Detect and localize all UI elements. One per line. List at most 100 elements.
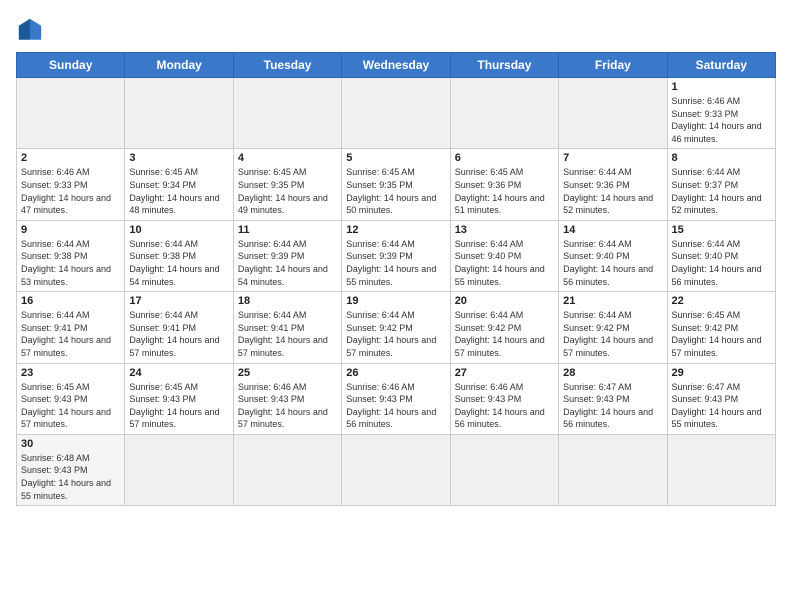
- weekday-header-wednesday: Wednesday: [342, 53, 450, 78]
- weekday-header-monday: Monday: [125, 53, 233, 78]
- day-number: 2: [21, 152, 120, 164]
- day-number: 8: [672, 152, 771, 164]
- day-info: Sunrise: 6:46 AM Sunset: 9:33 PM Dayligh…: [21, 166, 120, 216]
- calendar-day-cell: [125, 434, 233, 505]
- day-number: 1: [672, 81, 771, 93]
- calendar-week-row: 23 Sunrise: 6:45 AM Sunset: 9:43 PM Dayli…: [17, 363, 776, 434]
- calendar-day-cell: [559, 78, 667, 149]
- day-number: 13: [455, 224, 554, 236]
- weekday-header-row: SundayMondayTuesdayWednesdayThursdayFrid…: [17, 53, 776, 78]
- day-info: Sunrise: 6:46 AM Sunset: 9:43 PM Dayligh…: [346, 381, 445, 431]
- day-number: 10: [129, 224, 228, 236]
- day-number: 29: [672, 367, 771, 379]
- day-info: Sunrise: 6:44 AM Sunset: 9:42 PM Dayligh…: [455, 309, 554, 359]
- day-number: 26: [346, 367, 445, 379]
- calendar-day-cell: 5 Sunrise: 6:45 AM Sunset: 9:35 PM Daylig…: [342, 149, 450, 220]
- day-info: Sunrise: 6:44 AM Sunset: 9:41 PM Dayligh…: [129, 309, 228, 359]
- day-info: Sunrise: 6:44 AM Sunset: 9:38 PM Dayligh…: [21, 238, 120, 288]
- day-info: Sunrise: 6:44 AM Sunset: 9:40 PM Dayligh…: [455, 238, 554, 288]
- calendar-day-cell: [233, 434, 341, 505]
- day-number: 14: [563, 224, 662, 236]
- day-number: 11: [238, 224, 337, 236]
- day-info: Sunrise: 6:46 AM Sunset: 9:43 PM Dayligh…: [238, 381, 337, 431]
- day-info: Sunrise: 6:47 AM Sunset: 9:43 PM Dayligh…: [672, 381, 771, 431]
- calendar-day-cell: 13 Sunrise: 6:44 AM Sunset: 9:40 PM Dayli…: [450, 220, 558, 291]
- calendar-day-cell: 22 Sunrise: 6:45 AM Sunset: 9:42 PM Dayli…: [667, 292, 775, 363]
- day-info: Sunrise: 6:44 AM Sunset: 9:39 PM Dayligh…: [238, 238, 337, 288]
- day-info: Sunrise: 6:45 AM Sunset: 9:42 PM Dayligh…: [672, 309, 771, 359]
- day-number: 9: [21, 224, 120, 236]
- calendar-day-cell: [125, 78, 233, 149]
- calendar-day-cell: 14 Sunrise: 6:44 AM Sunset: 9:40 PM Dayli…: [559, 220, 667, 291]
- calendar-day-cell: 28 Sunrise: 6:47 AM Sunset: 9:43 PM Dayli…: [559, 363, 667, 434]
- calendar-day-cell: 25 Sunrise: 6:46 AM Sunset: 9:43 PM Dayli…: [233, 363, 341, 434]
- calendar-day-cell: 12Sunrise: 6:44 AM Sunset: 9:39 PM Dayli…: [342, 220, 450, 291]
- day-number: 25: [238, 367, 337, 379]
- page-header: [16, 16, 776, 44]
- day-info: Sunrise: 6:45 AM Sunset: 9:43 PM Dayligh…: [129, 381, 228, 431]
- calendar-day-cell: [342, 434, 450, 505]
- calendar-day-cell: 9 Sunrise: 6:44 AM Sunset: 9:38 PM Daylig…: [17, 220, 125, 291]
- day-info: Sunrise: 6:44 AM Sunset: 9:40 PM Dayligh…: [563, 238, 662, 288]
- day-info: Sunrise: 6:44 AM Sunset: 9:37 PM Dayligh…: [672, 166, 771, 216]
- logo-icon: [16, 16, 44, 44]
- day-info: Sunrise: 6:45 AM Sunset: 9:35 PM Dayligh…: [346, 166, 445, 216]
- day-info: Sunrise: 6:45 AM Sunset: 9:34 PM Dayligh…: [129, 166, 228, 216]
- calendar-week-row: 1 Sunrise: 6:46 AM Sunset: 9:33 PM Daylig…: [17, 78, 776, 149]
- day-info: Sunrise: 6:46 AM Sunset: 9:33 PM Dayligh…: [672, 95, 771, 145]
- day-number: 28: [563, 367, 662, 379]
- day-info: Sunrise: 6:44 AM Sunset: 9:38 PM Dayligh…: [129, 238, 228, 288]
- day-number: 16: [21, 295, 120, 307]
- day-number: 7: [563, 152, 662, 164]
- calendar-body: 1 Sunrise: 6:46 AM Sunset: 9:33 PM Daylig…: [17, 78, 776, 506]
- calendar-day-cell: 29 Sunrise: 6:47 AM Sunset: 9:43 PM Dayli…: [667, 363, 775, 434]
- day-info: Sunrise: 6:44 AM Sunset: 9:42 PM Dayligh…: [563, 309, 662, 359]
- day-number: 18: [238, 295, 337, 307]
- weekday-header-sunday: Sunday: [17, 53, 125, 78]
- day-number: 30: [21, 438, 120, 450]
- calendar-day-cell: 4 Sunrise: 6:45 AM Sunset: 9:35 PM Daylig…: [233, 149, 341, 220]
- day-number: 22: [672, 295, 771, 307]
- calendar-day-cell: 27Sunrise: 6:46 AM Sunset: 9:43 PM Dayli…: [450, 363, 558, 434]
- calendar-day-cell: 2 Sunrise: 6:46 AM Sunset: 9:33 PM Daylig…: [17, 149, 125, 220]
- day-info: Sunrise: 6:44 AM Sunset: 9:42 PM Dayligh…: [346, 309, 445, 359]
- calendar-day-cell: 30 Sunrise: 6:48 AM Sunset: 9:43 PM Dayli…: [17, 434, 125, 505]
- day-info: Sunrise: 6:44 AM Sunset: 9:41 PM Dayligh…: [238, 309, 337, 359]
- day-number: 6: [455, 152, 554, 164]
- day-number: 23: [21, 367, 120, 379]
- day-info: Sunrise: 6:45 AM Sunset: 9:36 PM Dayligh…: [455, 166, 554, 216]
- calendar-week-row: 30 Sunrise: 6:48 AM Sunset: 9:43 PM Dayli…: [17, 434, 776, 505]
- day-number: 24: [129, 367, 228, 379]
- calendar-day-cell: 10 Sunrise: 6:44 AM Sunset: 9:38 PM Dayli…: [125, 220, 233, 291]
- calendar-day-cell: [450, 434, 558, 505]
- calendar-day-cell: 16Sunrise: 6:44 AM Sunset: 9:41 PM Dayli…: [17, 292, 125, 363]
- calendar-day-cell: 26 Sunrise: 6:46 AM Sunset: 9:43 PM Dayli…: [342, 363, 450, 434]
- calendar-week-row: 2 Sunrise: 6:46 AM Sunset: 9:33 PM Daylig…: [17, 149, 776, 220]
- calendar-table: SundayMondayTuesdayWednesdayThursdayFrid…: [16, 52, 776, 506]
- calendar-day-cell: [233, 78, 341, 149]
- day-number: 27: [455, 367, 554, 379]
- calendar-day-cell: 17Sunrise: 6:44 AM Sunset: 9:41 PM Dayli…: [125, 292, 233, 363]
- calendar-day-cell: 1 Sunrise: 6:46 AM Sunset: 9:33 PM Daylig…: [667, 78, 775, 149]
- calendar-day-cell: 15 Sunrise: 6:44 AM Sunset: 9:40 PM Dayli…: [667, 220, 775, 291]
- day-number: 20: [455, 295, 554, 307]
- weekday-header-friday: Friday: [559, 53, 667, 78]
- day-number: 5: [346, 152, 445, 164]
- day-number: 4: [238, 152, 337, 164]
- weekday-header-thursday: Thursday: [450, 53, 558, 78]
- day-info: Sunrise: 6:44 AM Sunset: 9:36 PM Dayligh…: [563, 166, 662, 216]
- weekday-header-tuesday: Tuesday: [233, 53, 341, 78]
- calendar-day-cell: 20 Sunrise: 6:44 AM Sunset: 9:42 PM Dayli…: [450, 292, 558, 363]
- calendar-day-cell: [667, 434, 775, 505]
- day-number: 12: [346, 224, 445, 236]
- calendar-day-cell: 6 Sunrise: 6:45 AM Sunset: 9:36 PM Daylig…: [450, 149, 558, 220]
- day-info: Sunrise: 6:48 AM Sunset: 9:43 PM Dayligh…: [21, 452, 120, 502]
- day-info: Sunrise: 6:45 AM Sunset: 9:35 PM Dayligh…: [238, 166, 337, 216]
- calendar-day-cell: [342, 78, 450, 149]
- day-info: Sunrise: 6:44 AM Sunset: 9:40 PM Dayligh…: [672, 238, 771, 288]
- day-info: Sunrise: 6:47 AM Sunset: 9:43 PM Dayligh…: [563, 381, 662, 431]
- day-number: 3: [129, 152, 228, 164]
- day-number: 15: [672, 224, 771, 236]
- logo: [16, 16, 48, 44]
- calendar-day-cell: 7 Sunrise: 6:44 AM Sunset: 9:36 PM Daylig…: [559, 149, 667, 220]
